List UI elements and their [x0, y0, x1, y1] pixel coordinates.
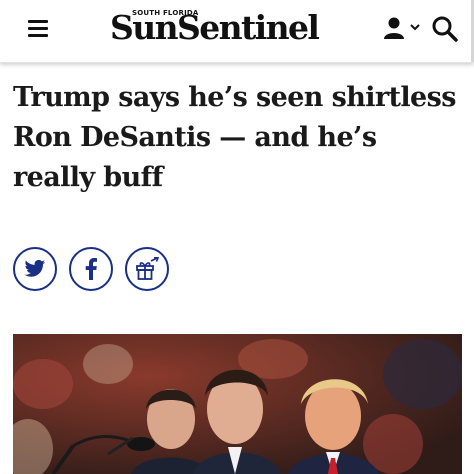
account-button[interactable]	[383, 16, 423, 42]
logo-wordmark: SunSentinel	[110, 8, 320, 47]
menu-bar	[28, 34, 48, 37]
search-icon	[432, 16, 458, 42]
share-facebook-button[interactable]	[69, 247, 113, 291]
chevron-down-icon	[410, 24, 420, 31]
facebook-icon	[85, 258, 97, 280]
hamburger-menu-icon[interactable]	[28, 17, 50, 39]
hero-image[interactable]	[13, 334, 462, 474]
share-twitter-button[interactable]	[13, 247, 57, 291]
article-headline: Trump says he’s seen shirtless Ron DeSan…	[13, 82, 456, 193]
twitter-icon	[24, 259, 46, 277]
gift-article-button[interactable]	[125, 247, 169, 291]
search-button[interactable]	[431, 15, 459, 43]
menu-bar	[28, 20, 48, 23]
gift-icon	[136, 257, 160, 280]
menu-bar	[28, 27, 48, 30]
site-header: SOUTH FLORIDA SunSentinel	[0, 0, 474, 63]
rally-photo	[13, 334, 462, 474]
site-logo[interactable]: SOUTH FLORIDA SunSentinel	[110, 7, 342, 51]
user-icon	[384, 17, 420, 39]
